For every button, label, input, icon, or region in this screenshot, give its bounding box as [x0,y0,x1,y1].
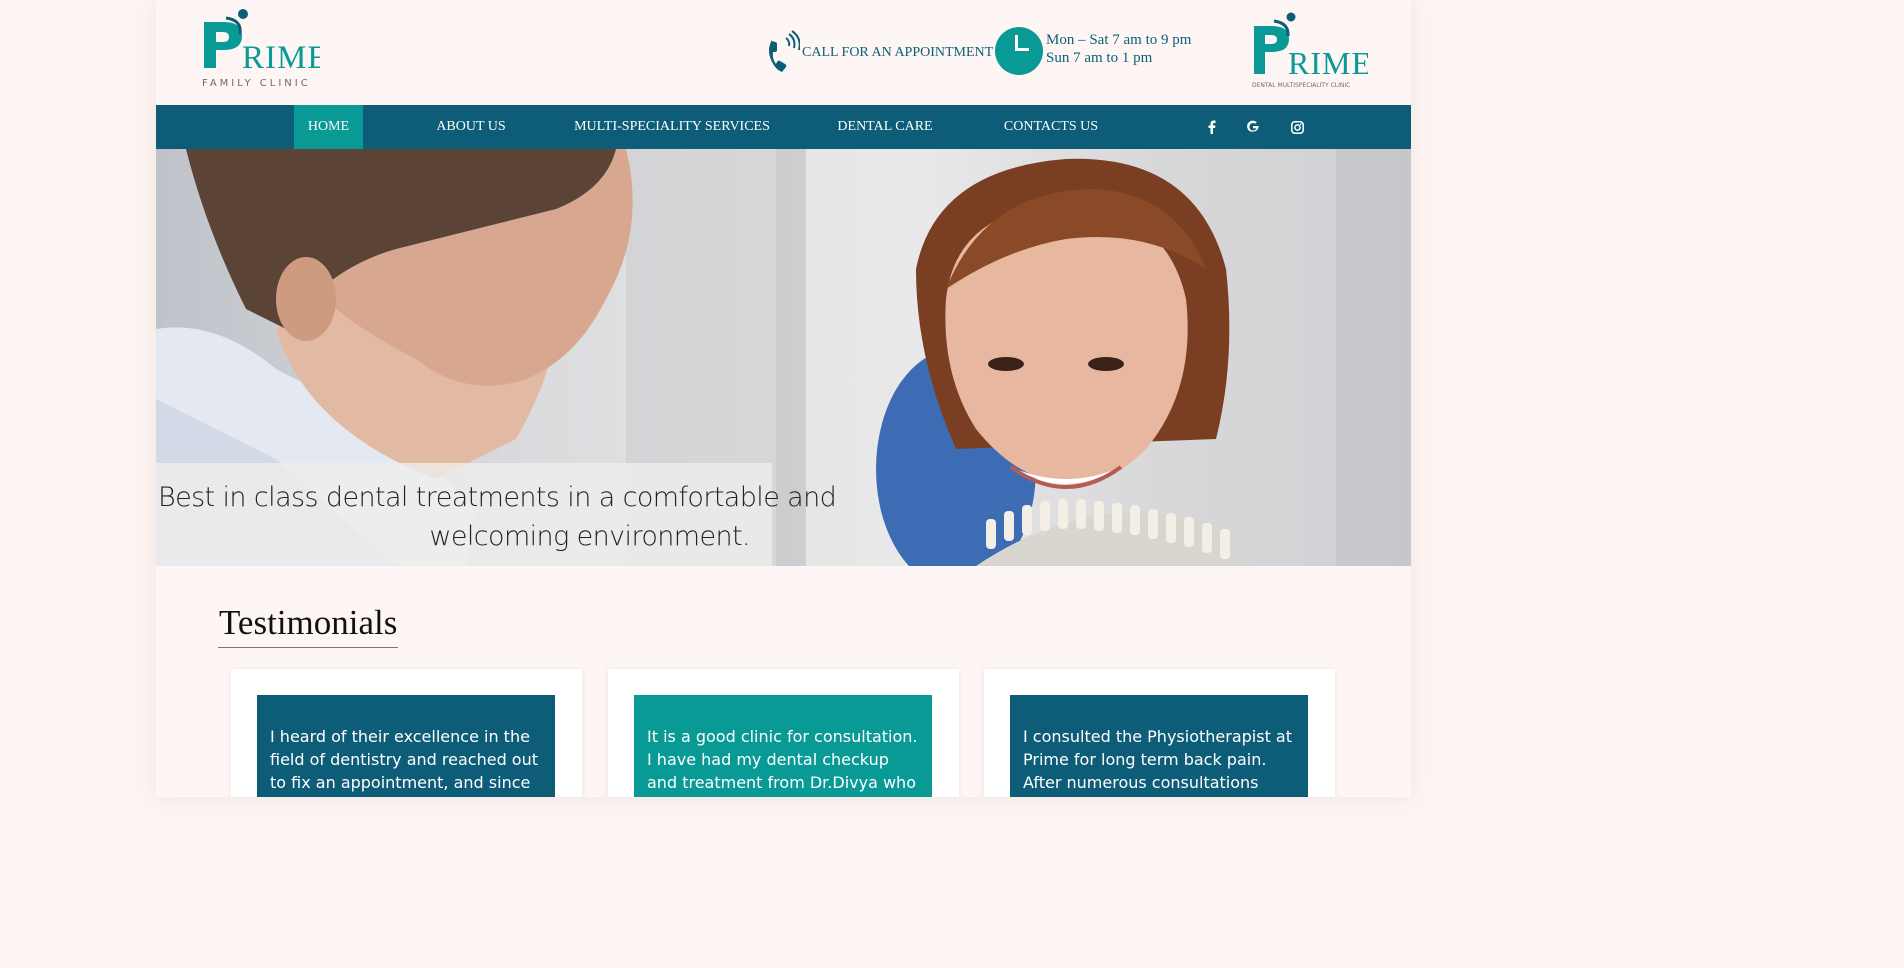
prime-family-clinic-logo[interactable]: RIME FAMILY CLINIC [200,8,328,94]
facebook-icon[interactable] [1198,105,1226,149]
svg-text:RIME: RIME [1288,45,1368,81]
hero-caption-line1: Best in class dental treatments in a com… [158,482,837,513]
nav-dental-care[interactable]: DENTAL CARE [832,105,938,149]
testimonial-text: It is a good clinic for consultation. I … [634,695,932,797]
hours-weekdays: Mon – Sat 7 am to 9 pm [1046,32,1192,48]
testimonials-heading: Testimonials [219,603,398,642]
svg-text:DENTAL MULTISPECIALITY CLINIC: DENTAL MULTISPECIALITY CLINIC [1252,82,1350,89]
svg-text:RIME: RIME [242,40,320,76]
phone-icon [769,30,800,72]
clock-icon [995,27,1043,75]
testimonial-text: I heard of their excellence in the field… [257,695,555,797]
site-header: RIME FAMILY CLINIC CALL FOR AN APPOINTME… [156,0,1411,105]
hero-caption-line2: welcoming environment. [429,521,750,552]
opening-hours: Mon – Sat 7 am to 9 pm Sun 7 am to 1 pm [995,27,1191,75]
nav-multi-speciality-services[interactable]: MULTI-SPECIALITY SERVICES [572,105,772,149]
hero-caption: Best in class dental treatments in a com… [156,463,837,566]
hours-sunday: Sun 7 am to 1 pm [1046,50,1153,66]
prime-dental-clinic-logo[interactable]: RIME DENTAL MULTISPECIALITY CLINIC [1250,12,1371,92]
testimonial-text: I consulted the Physiotherapist at Prime… [1010,695,1308,797]
nav-about-us[interactable]: ABOUT US [426,105,516,149]
logo-left-graphic: RIME FAMILY CLINIC [202,9,328,89]
testimonials-underline [218,647,398,648]
call-label: CALL FOR AN APPOINTMENT [802,45,994,60]
main-nav: HOME ABOUT US MULTI-SPECIALITY SERVICES … [156,105,1411,149]
hero-banner: Best in class dental treatments in a com… [156,149,1411,566]
page-container: RIME FAMILY CLINIC CALL FOR AN APPOINTME… [156,0,1411,797]
nav-home[interactable]: HOME [294,105,363,149]
testimonial-card: I consulted the Physiotherapist at Prime… [984,669,1335,797]
svg-text:FAMILY CLINIC: FAMILY CLINIC [202,78,311,89]
google-icon[interactable] [1239,105,1267,149]
testimonial-card: I heard of their excellence in the field… [231,669,582,797]
nav-contacts-us[interactable]: CONTACTS US [999,105,1103,149]
instagram-icon[interactable] [1283,105,1311,149]
call-appointment[interactable]: CALL FOR AN APPOINTMENT [766,30,993,74]
logo-right-graphic: RIME DENTAL MULTISPECIALITY CLINIC [1252,12,1371,89]
testimonial-card: It is a good clinic for consultation. I … [608,669,959,797]
